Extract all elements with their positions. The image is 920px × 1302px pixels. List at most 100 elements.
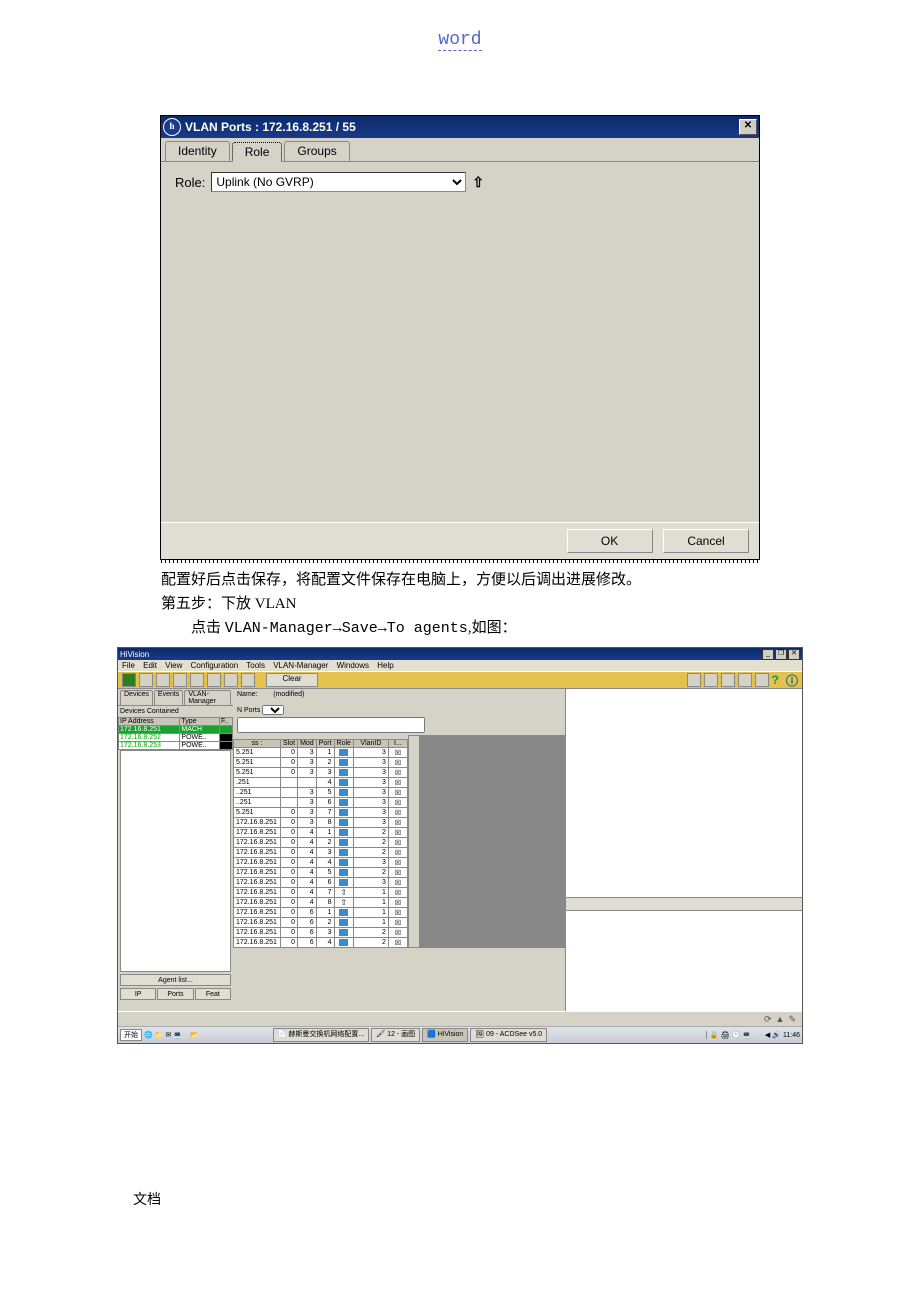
tray-icon[interactable]: 🕐 xyxy=(731,1031,740,1039)
port-row[interactable]: 172.16.8.2510632☒ xyxy=(234,928,408,938)
port-row[interactable]: 172.16.8.2510452☒ xyxy=(234,868,408,878)
maximize-icon[interactable]: ❐ xyxy=(775,649,787,660)
tab-groups[interactable]: Groups xyxy=(284,141,349,161)
port-row[interactable]: 5.2510313☒ xyxy=(234,748,408,758)
tool-icon[interactable] xyxy=(224,673,238,687)
port-row[interactable]: 172.16.8.2510383☒ xyxy=(234,818,408,828)
menu-config[interactable]: Configuration xyxy=(191,661,239,670)
quicklaunch-icon[interactable]: 🌐 xyxy=(144,1031,153,1039)
tool-icon[interactable] xyxy=(241,673,255,687)
center-pane: Name: (modified) N Ports ss : xyxy=(233,689,565,948)
device-row[interactable]: 172.16.8.251MACH xyxy=(119,726,233,734)
menu-file[interactable]: File xyxy=(122,661,135,670)
tab-vlan-manager[interactable]: VLAN-Manager xyxy=(184,690,231,705)
left-tabs: Devices Events VLAN-Manager xyxy=(118,689,233,706)
menu-edit[interactable]: Edit xyxy=(143,661,157,670)
tool-icon[interactable] xyxy=(173,673,187,687)
tool-icon[interactable] xyxy=(755,673,769,687)
port-row[interactable]: 5.2510323☒ xyxy=(234,758,408,768)
taskbar-item[interactable]: 🖌 12 - 画图 xyxy=(371,1028,420,1042)
menu-windows[interactable]: Windows xyxy=(337,661,369,670)
tab-events[interactable]: Events xyxy=(154,690,183,705)
tray-time: 11:46 xyxy=(783,1032,800,1039)
devices-contained-label: Devices Contained xyxy=(118,706,233,717)
agent-list-button[interactable]: Agent list... xyxy=(120,974,231,986)
port-row[interactable]: ..251363☒ xyxy=(234,798,408,808)
tray-icon[interactable]: ◀ xyxy=(765,1031,770,1039)
menu-view[interactable]: View xyxy=(165,661,182,670)
tab-identity[interactable]: Identity xyxy=(165,141,230,161)
port-row[interactable]: 172.16.8.2510611☒ xyxy=(234,908,408,918)
tool-icon[interactable] xyxy=(156,673,170,687)
port-row[interactable]: 172.16.8.2510422☒ xyxy=(234,838,408,848)
chart-area xyxy=(566,689,802,897)
ok-button[interactable]: OK xyxy=(567,529,653,553)
dialog-title: VLAN Ports : 172.16.8.251 / 55 xyxy=(185,120,739,134)
tool-icon[interactable] xyxy=(721,673,735,687)
quicklaunch-icon[interactable]: 💻 xyxy=(173,1031,182,1039)
scrollbar[interactable] xyxy=(408,735,420,948)
footer: 文档 xyxy=(133,1189,731,1209)
tool-icon[interactable] xyxy=(704,673,718,687)
filter-input[interactable] xyxy=(237,717,425,733)
hivision-titlebar: HiVision _ ❐ ✕ xyxy=(118,648,802,660)
tray-icon[interactable]: 🖨 xyxy=(721,1031,730,1039)
menu-help[interactable]: Help xyxy=(377,661,393,670)
ports-select[interactable] xyxy=(262,705,284,715)
taskbar-item[interactable]: 📄 赫斯曼交换机网络配置... xyxy=(273,1028,370,1042)
tray-icon[interactable]: 🔊 xyxy=(772,1031,781,1039)
quicklaunch-icon[interactable]: 📁 xyxy=(155,1031,164,1039)
col-ip: IP Address xyxy=(119,718,180,726)
tray-icon[interactable]: 🔒 xyxy=(710,1031,719,1039)
tool-icon[interactable] xyxy=(190,673,204,687)
ports-button[interactable]: Ports xyxy=(157,988,193,1000)
port-row[interactable]: 172.16.8.2510412☒ xyxy=(234,828,408,838)
clear-button[interactable]: Clear xyxy=(266,673,318,687)
port-row[interactable]: 172.16.8.2510642☒ xyxy=(234,938,408,948)
system-tray: 🔒 🖨 🕐 💻 ◀ 🔊 11:46 xyxy=(706,1031,800,1039)
port-row[interactable]: .25143☒ xyxy=(234,778,408,788)
chart-label-row xyxy=(566,897,802,911)
port-row[interactable]: 172.16.8.2510463☒ xyxy=(234,878,408,888)
feat-button[interactable]: Feat xyxy=(195,988,231,1000)
tool-icon[interactable] xyxy=(207,673,221,687)
info-icon[interactable]: ⓘ xyxy=(786,672,798,689)
port-row[interactable]: 172.16.8.251048⇧1☒ xyxy=(234,898,408,908)
tray-icon[interactable]: 💻 xyxy=(742,1031,751,1039)
port-row[interactable]: 172.16.8.251047⇧1☒ xyxy=(234,888,408,898)
role-select[interactable]: Uplink (No GVRP) xyxy=(211,172,466,192)
close-icon[interactable]: ✕ xyxy=(788,649,800,660)
cancel-button[interactable]: Cancel xyxy=(663,529,749,553)
tool-icon[interactable] xyxy=(738,673,752,687)
menu-vlan[interactable]: VLAN-Manager xyxy=(273,661,328,670)
col-type: Type xyxy=(180,718,220,726)
start-button[interactable]: 开始 xyxy=(120,1029,142,1041)
tool-icon[interactable] xyxy=(687,673,701,687)
port-row[interactable]: 5.2510333☒ xyxy=(234,768,408,778)
center-header: Name: (modified) N Ports xyxy=(233,689,565,735)
hivision-menubar: File Edit View Configuration Tools VLAN-… xyxy=(118,660,802,671)
tab-devices[interactable]: Devices xyxy=(120,690,153,705)
device-row[interactable]: 172.16.8.252POWE.. xyxy=(119,734,233,742)
device-row[interactable]: 172.16.8.253POWE.. xyxy=(119,742,233,750)
taskbar-item[interactable]: 🖼 09 - ACDSee v5.0 xyxy=(470,1028,547,1042)
tool-icon[interactable] xyxy=(139,673,153,687)
close-icon[interactable]: ✕ xyxy=(739,119,757,135)
help-icon[interactable]: ? xyxy=(772,673,779,687)
port-row[interactable]: 172.16.8.2510432☒ xyxy=(234,848,408,858)
taskbar-item[interactable]: 🟦 HiVision xyxy=(422,1028,468,1042)
tab-role[interactable]: Role xyxy=(232,142,283,162)
quicklaunch-icon[interactable]: ✉ xyxy=(165,1031,171,1039)
port-row[interactable]: 5.2510373☒ xyxy=(234,808,408,818)
port-table: ss : Slot Mod Port Role VlanID I... 5.25… xyxy=(233,739,408,948)
quicklaunch-icon[interactable]: 📂 xyxy=(190,1031,199,1039)
tool-icon[interactable] xyxy=(122,673,136,687)
ip-button[interactable]: IP xyxy=(120,988,156,1000)
minimize-icon[interactable]: _ xyxy=(762,649,774,660)
port-row[interactable]: 172.16.8.2510443☒ xyxy=(234,858,408,868)
ports-label: N Ports xyxy=(237,707,260,714)
col-slot: Slot xyxy=(281,740,298,748)
menu-tools[interactable]: Tools xyxy=(246,661,265,670)
port-row[interactable]: ..251353☒ xyxy=(234,788,408,798)
port-row[interactable]: 172.16.8.2510621☒ xyxy=(234,918,408,928)
